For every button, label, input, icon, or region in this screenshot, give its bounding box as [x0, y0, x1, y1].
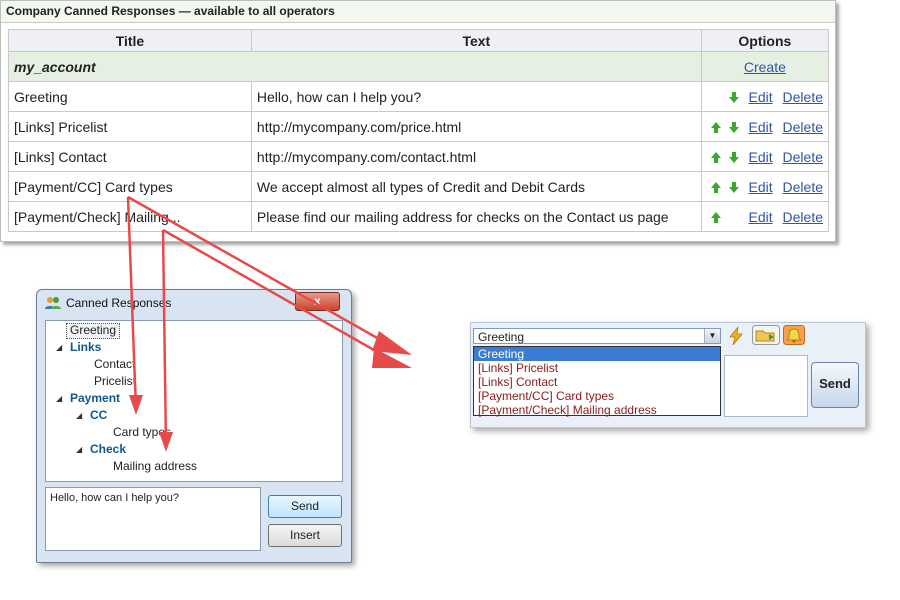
expand-icon[interactable]: ◢	[56, 343, 62, 352]
row-text: http://mycompany.com/price.html	[250, 111, 702, 142]
group-row: my_account Create	[8, 51, 830, 82]
delete-link[interactable]: Delete	[783, 89, 823, 105]
lightning-icon[interactable]	[729, 327, 743, 345]
delete-link[interactable]: Delete	[783, 119, 823, 135]
tree-item-pricelist[interactable]: Pricelist	[94, 374, 136, 388]
bell-icon[interactable]	[783, 325, 805, 345]
table-row: Greeting Hello, how can I help you? Edit…	[8, 81, 830, 112]
folder-send-icon[interactable]	[752, 325, 780, 345]
column-title: Title	[8, 29, 252, 52]
move-up-icon[interactable]	[710, 121, 721, 133]
canned-response-select[interactable]: Greeting ▼	[473, 328, 721, 344]
canned-responses-panel: Company Canned Responses — available to …	[0, 0, 836, 242]
row-options: Edit Delete	[700, 111, 830, 142]
delete-link[interactable]: Delete	[783, 179, 823, 195]
select-value: Greeting	[478, 330, 525, 344]
table-header: Title Text Options	[8, 29, 830, 52]
move-down-icon[interactable]	[728, 121, 739, 133]
column-text: Text	[250, 29, 702, 52]
move-down-icon[interactable]	[728, 181, 739, 193]
table-row: [Links] Pricelist http://mycompany.com/p…	[8, 111, 830, 142]
tree-item-card-types[interactable]: Card types	[113, 425, 171, 439]
move-up-icon[interactable]	[710, 151, 721, 163]
dropdown-option[interactable]: [Links] Pricelist	[474, 361, 720, 375]
delete-link[interactable]: Delete	[783, 209, 823, 225]
row-text: We accept almost all types of Credit and…	[250, 171, 702, 202]
expand-icon[interactable]: ◢	[76, 411, 82, 420]
responses-tree: Greeting ◢ Links Contact Pricelist ◢ Pay…	[45, 320, 343, 482]
row-options: Edit Delete	[700, 201, 830, 232]
panel-title: Company Canned Responses — available to …	[1, 1, 835, 23]
row-options: Edit Delete	[700, 141, 830, 172]
message-textarea[interactable]: Hello, how can I help you?	[45, 487, 261, 551]
canned-response-dropdown: Greeting [Links] Pricelist [Links] Conta…	[473, 346, 721, 417]
table-row: [Payment/Check] Mailing... Please find o…	[8, 201, 830, 232]
tree-item-links[interactable]: Links	[70, 340, 101, 354]
chat-widget: Greeting ▼ Send Greeting [Links] Priceli…	[470, 322, 866, 428]
row-title: [Links] Pricelist	[8, 111, 252, 142]
group-name: my_account	[8, 51, 702, 82]
move-up-icon[interactable]	[710, 181, 721, 193]
edit-link[interactable]: Edit	[749, 209, 773, 225]
dropdown-option[interactable]: [Links] Contact	[474, 375, 720, 389]
row-title: [Payment/CC] Card types	[8, 171, 252, 202]
row-title: [Links] Contact	[8, 141, 252, 172]
close-button[interactable]: x	[295, 292, 340, 311]
row-title: [Payment/Check] Mailing...	[8, 201, 252, 232]
create-link[interactable]: Create	[744, 59, 786, 75]
dropdown-option[interactable]: [Payment/Check] Mailing address	[474, 403, 720, 417]
row-text: Please find our mailing address for chec…	[250, 201, 702, 232]
row-text: Hello, how can I help you?	[250, 81, 702, 112]
tree-item-cc[interactable]: CC	[90, 408, 107, 422]
table-row: [Links] Contact http://mycompany.com/con…	[8, 141, 830, 172]
expand-icon[interactable]: ◢	[76, 445, 82, 454]
canned-responses-dialog: Canned Responses x Greeting ◢ Links Cont…	[36, 289, 352, 563]
edit-link[interactable]: Edit	[749, 149, 773, 165]
dropdown-option[interactable]: [Payment/CC] Card types	[474, 389, 720, 403]
chat-message-input[interactable]	[724, 355, 808, 417]
tree-item-greeting[interactable]: Greeting	[70, 323, 116, 337]
move-down-icon[interactable]	[728, 91, 739, 103]
dropdown-option[interactable]: Greeting	[474, 347, 720, 361]
row-title: Greeting	[8, 81, 252, 112]
column-options: Options	[700, 29, 830, 52]
row-text: http://mycompany.com/contact.html	[250, 141, 702, 172]
dialog-title: Canned Responses	[66, 296, 172, 310]
row-options: Edit Delete	[700, 171, 830, 202]
tree-item-mailing-address[interactable]: Mailing address	[113, 459, 197, 473]
delete-link[interactable]: Delete	[783, 149, 823, 165]
move-down-icon[interactable]	[728, 151, 739, 163]
tree-item-payment[interactable]: Payment	[70, 391, 120, 405]
row-options: Edit Delete	[700, 81, 830, 112]
chevron-down-icon[interactable]: ▼	[704, 329, 720, 343]
operators-icon	[45, 297, 61, 309]
edit-link[interactable]: Edit	[749, 179, 773, 195]
tree-item-contact[interactable]: Contact	[94, 357, 135, 371]
insert-button[interactable]: Insert	[268, 524, 342, 547]
chat-send-button[interactable]: Send	[811, 362, 859, 408]
edit-link[interactable]: Edit	[749, 119, 773, 135]
table-row: [Payment/CC] Card types We accept almost…	[8, 171, 830, 202]
edit-link[interactable]: Edit	[749, 89, 773, 105]
move-up-icon[interactable]	[710, 211, 721, 223]
expand-icon[interactable]: ◢	[56, 394, 62, 403]
tree-item-check[interactable]: Check	[90, 442, 126, 456]
canned-responses-table: Title Text Options my_account Create Gre…	[8, 29, 830, 232]
send-button[interactable]: Send	[268, 495, 342, 518]
